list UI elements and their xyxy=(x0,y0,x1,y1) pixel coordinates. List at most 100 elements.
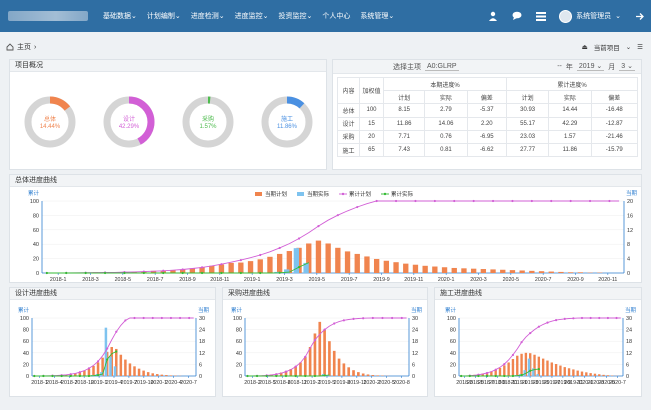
bar-current-actual xyxy=(109,356,112,376)
bar-current-plan xyxy=(133,366,136,376)
point-cumulative-plan xyxy=(284,370,288,373)
app-logo xyxy=(8,11,88,21)
point-cumulative-plan xyxy=(414,199,417,203)
bar-current-plan xyxy=(156,374,159,376)
point-cumulative-actual xyxy=(297,265,301,269)
nav-plan[interactable]: 计划编制 ⌄ xyxy=(142,0,186,32)
bar-current-plan xyxy=(550,362,553,376)
y-tick-label: 40 xyxy=(23,351,29,357)
point-cumulative-actual xyxy=(51,374,54,378)
donut-label: 施工 xyxy=(281,115,293,123)
point-cumulative-actual xyxy=(87,374,91,378)
y-right-tick-label: 8 xyxy=(627,242,630,248)
x-tick-label: 2019-11 xyxy=(404,277,423,283)
bar-current-plan xyxy=(373,258,380,273)
point-cumulative-plan xyxy=(87,367,91,370)
nav-progress-check[interactable]: 进度检测 ⌄ xyxy=(186,0,230,32)
y-right-tick-label: 6 xyxy=(199,362,202,368)
bar-current-plan xyxy=(461,268,467,273)
point-cumulative-plan xyxy=(375,199,378,203)
table-cell: 30.93 xyxy=(505,103,550,118)
point-cumulative-plan xyxy=(220,263,223,266)
point-cumulative-actual xyxy=(142,271,145,275)
bar-current-actual xyxy=(536,374,539,376)
bar-current-plan xyxy=(119,354,123,376)
y-tick-label: 60 xyxy=(33,228,39,234)
y-right-tick-label: 12 xyxy=(412,351,418,357)
bar-current-plan xyxy=(567,368,571,376)
bar-current-plan xyxy=(537,356,541,376)
overall-progress-chart: 累计 当期 0 0 20 4 40 8 60 12 80 16 100 20 2018-1 2018-3 201… xyxy=(28,189,638,283)
project-label: 当前项目 xyxy=(593,45,620,52)
nav-invest-monitor[interactable]: 投资监控 ⌄ xyxy=(274,0,318,32)
nav-progress-monitor[interactable]: 进度监控 ⌄ xyxy=(230,0,274,32)
bar-current-plan xyxy=(585,372,588,376)
point-cumulative-plan xyxy=(530,199,533,203)
table-cell: 0.81 xyxy=(424,142,468,158)
list-icon[interactable]: ☰ xyxy=(637,43,643,51)
period-select: -- 年 2019 ⌄ 月 3 ⌄ xyxy=(557,62,635,72)
point-cumulative-actual xyxy=(529,369,532,372)
chevron-down-icon: ⌄ xyxy=(306,13,313,20)
point-cumulative-plan xyxy=(503,363,506,366)
chevron-down-icon: ⌄ xyxy=(388,13,395,20)
nav-system[interactable]: 系统管理 ⌄ xyxy=(355,0,399,32)
user-icon[interactable] xyxy=(487,10,499,22)
bar-current-plan xyxy=(470,268,477,273)
point-cumulative-plan xyxy=(78,371,81,374)
point-cumulative-actual xyxy=(284,374,288,378)
nav-personal[interactable]: 个人中心 xyxy=(317,0,355,32)
bar-current-plan xyxy=(352,370,355,376)
y-right-tick-label: 18 xyxy=(412,339,418,345)
procurement-progress-chart: 累计 当期0 020 640 1260 1880 24100 302018-22018-520… xyxy=(231,306,423,386)
y-tick-label: 100 xyxy=(30,199,39,205)
point-cumulative-actual xyxy=(323,374,326,377)
expand-icon[interactable] xyxy=(633,10,645,22)
bar-current-plan xyxy=(593,373,597,376)
legend-label: 累计计划 xyxy=(349,190,371,198)
list-icon[interactable] xyxy=(535,10,547,22)
bar-current-plan xyxy=(169,375,173,376)
point-cumulative-plan xyxy=(142,316,145,320)
donut-value: 1.57% xyxy=(199,124,217,130)
bar-current-plan xyxy=(546,360,549,376)
chat-icon[interactable] xyxy=(511,10,523,22)
year-select[interactable]: 2019 ⌄ xyxy=(576,62,605,71)
point-cumulative-plan xyxy=(537,325,540,328)
y-tick-label: 100 xyxy=(20,316,29,322)
point-cumulative-actual xyxy=(468,374,471,378)
point-cumulative-plan xyxy=(313,338,317,342)
donut-value: 14.44% xyxy=(40,124,61,130)
bar-current-plan xyxy=(83,370,86,376)
point-cumulative-actual xyxy=(181,271,184,275)
point-cumulative-actual xyxy=(494,374,497,378)
user-menu[interactable]: 系统管理员 ⌄ xyxy=(559,9,621,23)
y-right-tick-label: 4 xyxy=(627,257,630,263)
bar-current-plan xyxy=(576,370,579,376)
table-cell: -5.37 xyxy=(466,103,508,118)
breadcrumb-home[interactable]: 主页 › xyxy=(6,42,36,52)
breadcrumb: 主页 › xyxy=(0,40,651,54)
y-tick-label: 0 xyxy=(36,271,39,277)
table-cell: 23.03 xyxy=(505,129,550,144)
table-row: 采购 20 7.71 0.76 -6.95 23.03 1.57 -21.46 xyxy=(337,129,638,144)
top-navbar: 基础数据 ⌄ 计划编制 ⌄ 进度检测 ⌄ 进度监控 ⌄ 投资监控 ⌄ 个人中心 系统管理 ⌄… xyxy=(0,0,651,32)
overview-panel: 项目概况 总体 14.44% 设计 42.29% 采购 1.57% 施工 11.86% xyxy=(9,59,327,170)
item-select[interactable]: 选择主项 A0:GLRP xyxy=(393,62,459,72)
month-select[interactable]: 3 ⌄ xyxy=(619,62,635,71)
x-tick-label: 2018-9 xyxy=(179,277,196,283)
bar-current-plan xyxy=(558,271,564,273)
y-right-tick-label: 18 xyxy=(199,339,205,345)
bar-current-plan xyxy=(151,373,154,376)
table-cell: -15.79 xyxy=(590,142,638,158)
bar-current-plan xyxy=(247,261,254,273)
project-selector[interactable]: ⏏ 当前项目 ⌄ ☰ xyxy=(582,42,643,52)
construction-progress-chart: 累计 当期0 020 640 1260 1880 24100 302018-32018-520… xyxy=(445,306,637,386)
donut-value: 42.29% xyxy=(119,124,140,130)
bar-current-plan xyxy=(257,259,263,273)
point-cumulative-actual xyxy=(511,374,515,378)
point-cumulative-plan xyxy=(520,341,523,344)
nav-basic-data[interactable]: 基础数据 ⌄ xyxy=(98,0,142,32)
bar-current-plan xyxy=(548,271,554,273)
y-right-tick-label: 24 xyxy=(412,328,418,334)
